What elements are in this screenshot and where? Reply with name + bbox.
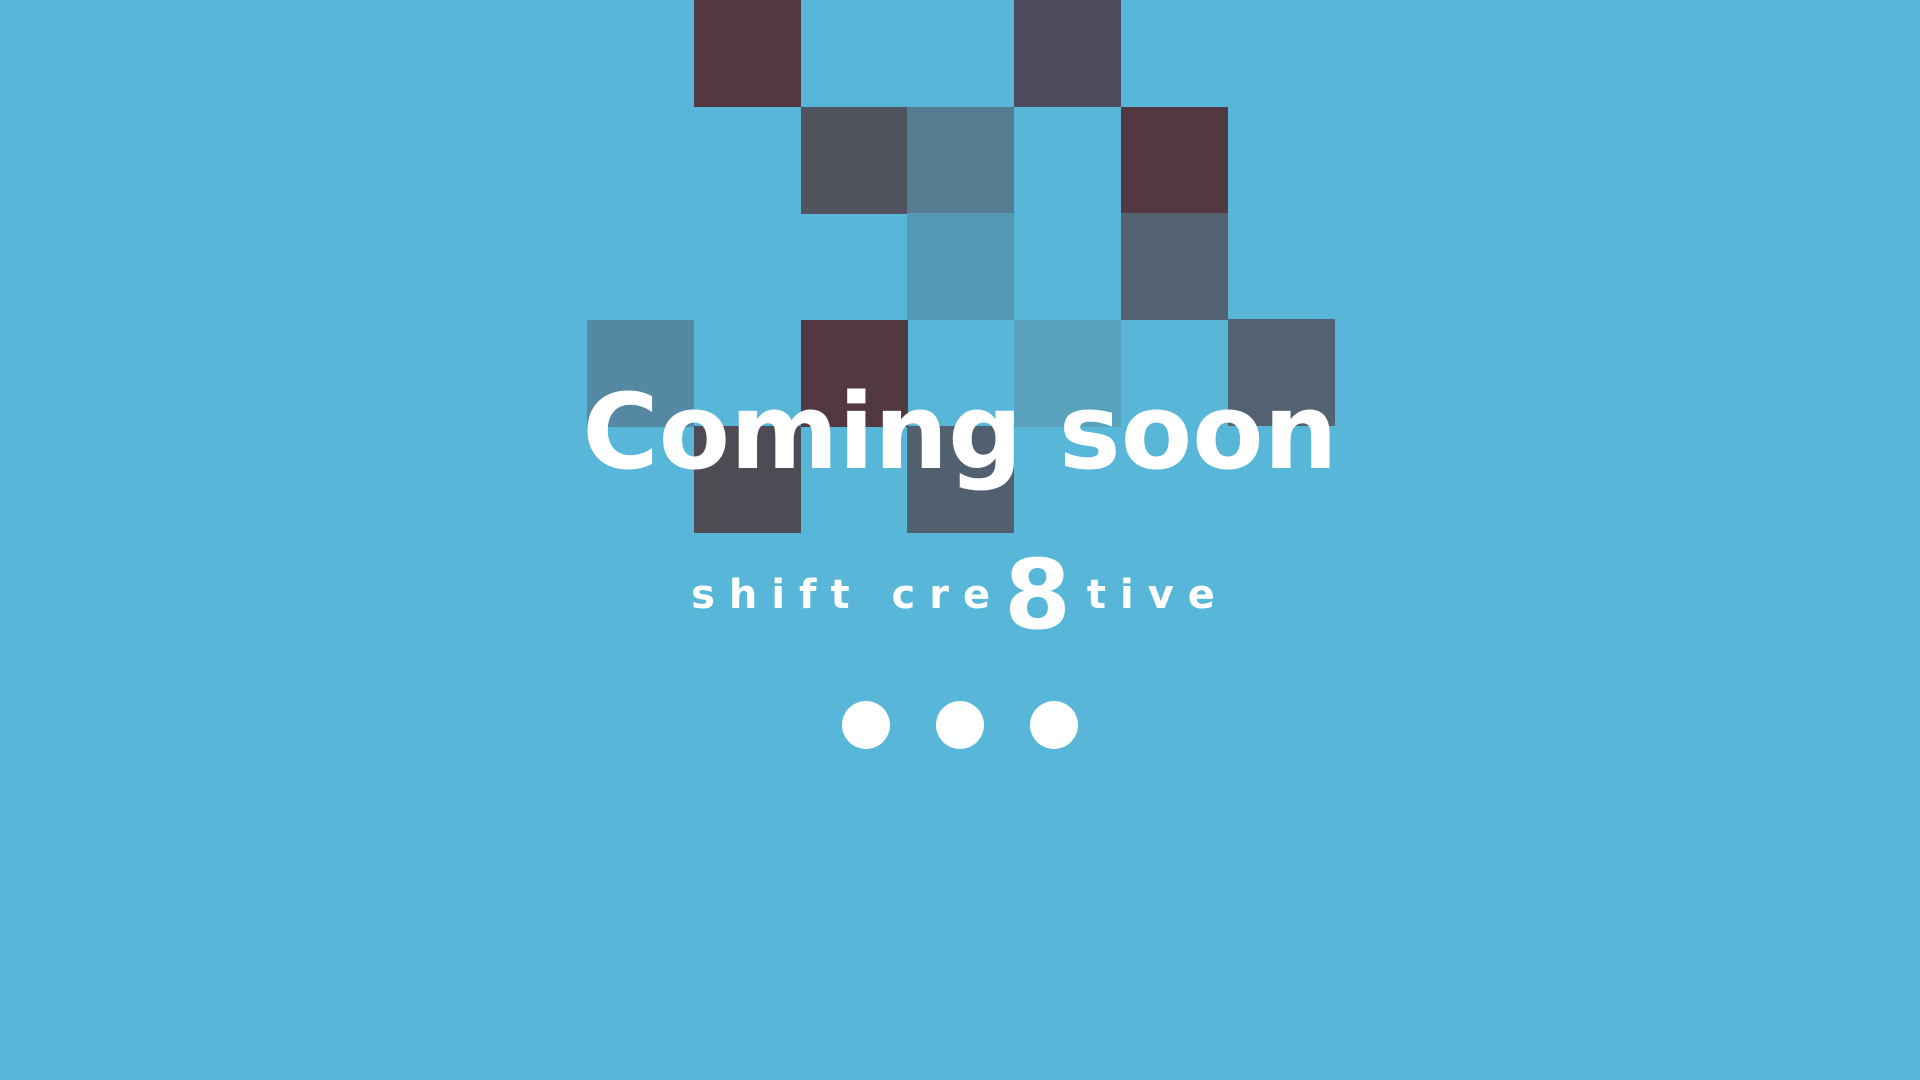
mosaic-tile xyxy=(907,213,1014,320)
mosaic-tile xyxy=(1014,0,1121,107)
brand-logo: shift cre 8 tive xyxy=(0,545,1920,645)
brand-suffix: tive xyxy=(1086,572,1229,618)
mosaic-tile xyxy=(694,0,801,107)
mosaic-tile xyxy=(801,107,908,214)
mosaic-tile xyxy=(1121,213,1228,320)
loading-dot xyxy=(842,701,890,749)
brand-prefix: shift cre xyxy=(691,572,1005,618)
pixel-mosaic-decoration xyxy=(0,0,1920,1080)
loading-indicator xyxy=(0,701,1920,749)
mosaic-tile xyxy=(1121,107,1228,214)
mosaic-tile xyxy=(907,107,1014,214)
loading-dot xyxy=(1030,701,1078,749)
brand-numeral: 8 xyxy=(1004,539,1071,651)
page-title: Coming soon xyxy=(582,371,1338,493)
loading-dot xyxy=(936,701,984,749)
